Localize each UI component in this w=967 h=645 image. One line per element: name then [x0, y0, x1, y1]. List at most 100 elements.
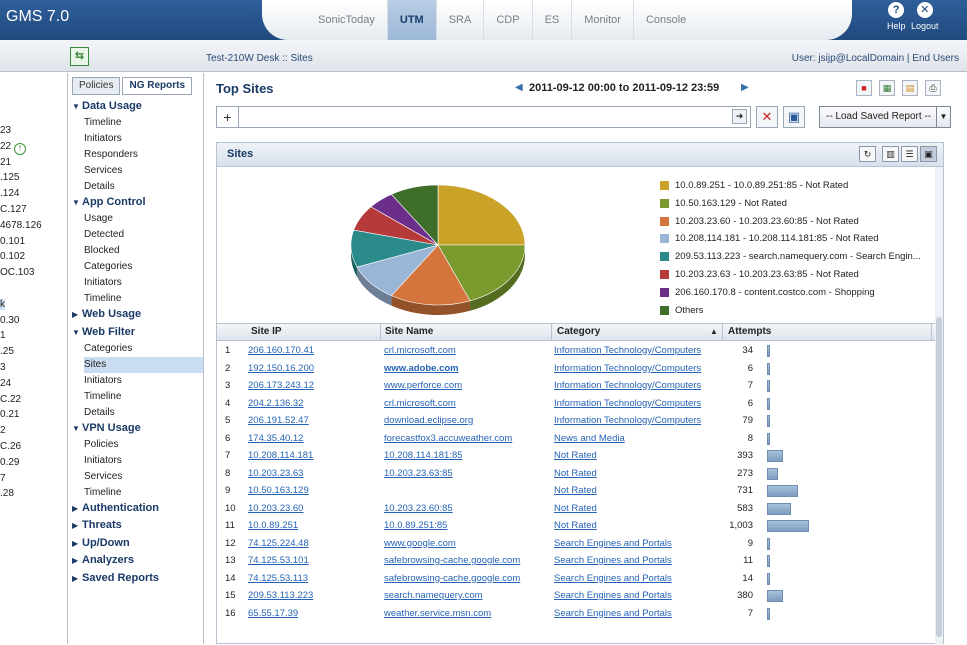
table-row[interactable]: 8 10.203.23.63 10.203.23.63:85 Not Rated 273	[217, 465, 935, 483]
nav-section-authentication[interactable]: ▶ Authentication	[72, 502, 159, 514]
nav-section-up-down[interactable]: ▶ Up/Down	[72, 537, 130, 549]
nav-item-initiators[interactable]: Initiators	[84, 373, 203, 389]
combined-view-icon[interactable]: ▣	[920, 146, 937, 162]
device-tree-item[interactable]: 0.29	[0, 457, 19, 468]
col-site-ip[interactable]: Site IP	[251, 326, 282, 337]
table-row[interactable]: 1 206.160.170.41 crl.microsoft.com Informat…	[217, 342, 935, 360]
table-row[interactable]: 2 192.150.16.200 www.adobe.com Information …	[217, 360, 935, 378]
prev-range-icon[interactable]: ◀	[515, 82, 523, 93]
category-link[interactable]: Not Rated	[554, 503, 597, 514]
site-name-link[interactable]: safebrowsing-cache.google.com	[384, 573, 520, 584]
nav-item-timeline[interactable]: Timeline	[84, 291, 203, 307]
site-name-link[interactable]: crl.microsoft.com	[384, 398, 456, 409]
save-filter-icon[interactable]: ▣	[783, 106, 805, 128]
site-name-link[interactable]: 10.0.89.251:85	[384, 520, 447, 531]
nav-section-data-usage[interactable]: ▼ Data Usage	[72, 100, 142, 112]
site-ip-link[interactable]: 74.125.53.101	[248, 555, 309, 566]
device-tree-item[interactable]: 23	[0, 125, 11, 136]
site-ip-link[interactable]: 10.50.163.129	[248, 485, 309, 496]
nav-item-responders[interactable]: Responders	[84, 147, 203, 163]
category-link[interactable]: Not Rated	[554, 485, 597, 496]
nav-item-usage[interactable]: Usage	[84, 211, 203, 227]
vertical-scrollbar[interactable]	[935, 167, 943, 645]
category-link[interactable]: Search Engines and Portals	[554, 538, 672, 549]
nav-item-sites[interactable]: Sites	[84, 356, 203, 373]
nav-item-categories[interactable]: Categories	[84, 259, 203, 275]
category-link[interactable]: Search Engines and Portals	[554, 573, 672, 584]
device-tree-item[interactable]: 0.21	[0, 409, 19, 420]
table-view-icon[interactable]: ☰	[901, 146, 918, 162]
table-row[interactable]: 16 65.55.17.39 weather.service.msn.com Sear…	[217, 605, 935, 623]
site-name-link[interactable]: download.eclipse.org	[384, 415, 473, 426]
site-name-link[interactable]: weather.service.msn.com	[384, 608, 491, 619]
category-link[interactable]: Search Engines and Portals	[554, 608, 672, 619]
device-tree-item[interactable]: 0.30	[0, 315, 19, 326]
site-name-link[interactable]: 10.203.23.63:85	[384, 468, 453, 479]
category-link[interactable]: Not Rated	[554, 520, 597, 531]
table-row[interactable]: 3 206.173.243.12 www.perforce.com Informati…	[217, 377, 935, 395]
site-ip-link[interactable]: 74.125.53.113	[248, 573, 308, 584]
site-ip-link[interactable]: 10.203.23.60	[248, 503, 303, 514]
device-tree-item[interactable]: 21	[0, 157, 11, 168]
site-name-link[interactable]: 10.203.23.60:85	[384, 503, 453, 514]
next-range-icon[interactable]: ▶	[741, 82, 749, 93]
nav-section-web-usage[interactable]: ▶ Web Usage	[72, 308, 141, 320]
site-name-link[interactable]: 10.208.114.181:85	[384, 450, 463, 461]
device-tree-item[interactable]: 3	[0, 362, 6, 373]
site-ip-link[interactable]: 192.150.16.200	[248, 363, 314, 374]
device-tree-item[interactable]: .28	[0, 488, 14, 499]
device-tree-item[interactable]: 24	[0, 378, 11, 389]
tab-utm[interactable]: UTM	[386, 0, 436, 40]
site-ip-link[interactable]: 74.125.224.48	[248, 538, 309, 549]
site-name-link[interactable]: crl.microsoft.com	[384, 345, 456, 356]
nav-item-timeline[interactable]: Timeline	[84, 389, 203, 405]
site-name-link[interactable]: safebrowsing-cache.google.com	[384, 555, 520, 566]
table-row[interactable]: 5 206.191.52.47 download.eclipse.org Inform…	[217, 412, 935, 430]
col-site-name[interactable]: Site Name	[385, 326, 433, 337]
user-info[interactable]: User: jsijp@LocalDomain | End Users	[792, 53, 959, 64]
site-ip-link[interactable]: 65.55.17.39	[248, 608, 298, 619]
chart-view-icon[interactable]: ▥	[882, 146, 899, 162]
category-link[interactable]: Information Technology/Computers	[554, 380, 701, 391]
tab-monitor[interactable]: Monitor	[571, 0, 633, 40]
nav-item-services[interactable]: Services	[84, 469, 203, 485]
site-name-link[interactable]: search.namequery.com	[384, 590, 483, 601]
nav-section-saved-reports[interactable]: ▶ Saved Reports	[72, 572, 159, 584]
table-row[interactable]: 12 74.125.224.48 www.google.com Search Engi…	[217, 535, 935, 553]
category-link[interactable]: Information Technology/Computers	[554, 398, 701, 409]
refresh-tree-icon[interactable]: ⇆	[70, 47, 89, 66]
category-link[interactable]: News and Media	[554, 433, 625, 444]
site-ip-link[interactable]: 206.160.170.41	[248, 345, 314, 356]
site-ip-link[interactable]: 10.208.114.181	[248, 450, 313, 461]
table-row[interactable]: 4 204.2.136.32 crl.microsoft.com Informatio…	[217, 395, 935, 413]
nav-item-policies[interactable]: Policies	[84, 437, 203, 453]
table-row[interactable]: 15 209.53.113.223 search.namequery.com Sear…	[217, 587, 935, 605]
nav-item-detected[interactable]: Detected	[84, 227, 203, 243]
device-tree-item[interactable]: C.22	[0, 394, 21, 405]
table-row[interactable]: 9 10.50.163.129 Not Rated 731	[217, 482, 935, 500]
table-row[interactable]: 10 10.203.23.60 10.203.23.60:85 Not Rated 58…	[217, 500, 935, 518]
nav-section-analyzers[interactable]: ▶ Analyzers	[72, 554, 134, 566]
table-row[interactable]: 14 74.125.53.113 safebrowsing-cache.google…	[217, 570, 935, 588]
category-link[interactable]: Search Engines and Portals	[554, 555, 672, 566]
table-row[interactable]: 6 174.35.40.12 forecastfox3.accuweather.co…	[217, 430, 935, 448]
site-ip-link[interactable]: 204.2.136.32	[248, 398, 303, 409]
device-tree-item[interactable]: 1	[0, 330, 6, 341]
device-tree-item[interactable]: 2	[0, 425, 6, 436]
device-tree-item[interactable]: 7	[0, 473, 6, 484]
site-name-link[interactable]: forecastfox3.accuweather.com	[384, 433, 512, 444]
device-tree-item[interactable]: k	[0, 298, 5, 310]
filter-input[interactable]	[243, 109, 723, 125]
table-row[interactable]: 13 74.125.53.101 safebrowsing-cache.google…	[217, 552, 935, 570]
add-filter-icon[interactable]: +	[217, 107, 239, 127]
site-name-link[interactable]: www.google.com	[384, 538, 456, 549]
filter-bar[interactable]: + ➜	[216, 106, 751, 128]
site-ip-link[interactable]: 209.53.113.223	[248, 590, 313, 601]
col-attempts[interactable]: Attempts	[728, 326, 771, 337]
device-tree-item[interactable]: OC.103	[0, 267, 34, 278]
device-tree-item[interactable]: 0.102	[0, 251, 25, 262]
site-ip-link[interactable]: 10.203.23.63	[248, 468, 303, 479]
logout-button[interactable]: ✕ Logout	[911, 2, 939, 31]
nav-item-services[interactable]: Services	[84, 163, 203, 179]
pdf-export-icon[interactable]: ■	[856, 80, 872, 96]
